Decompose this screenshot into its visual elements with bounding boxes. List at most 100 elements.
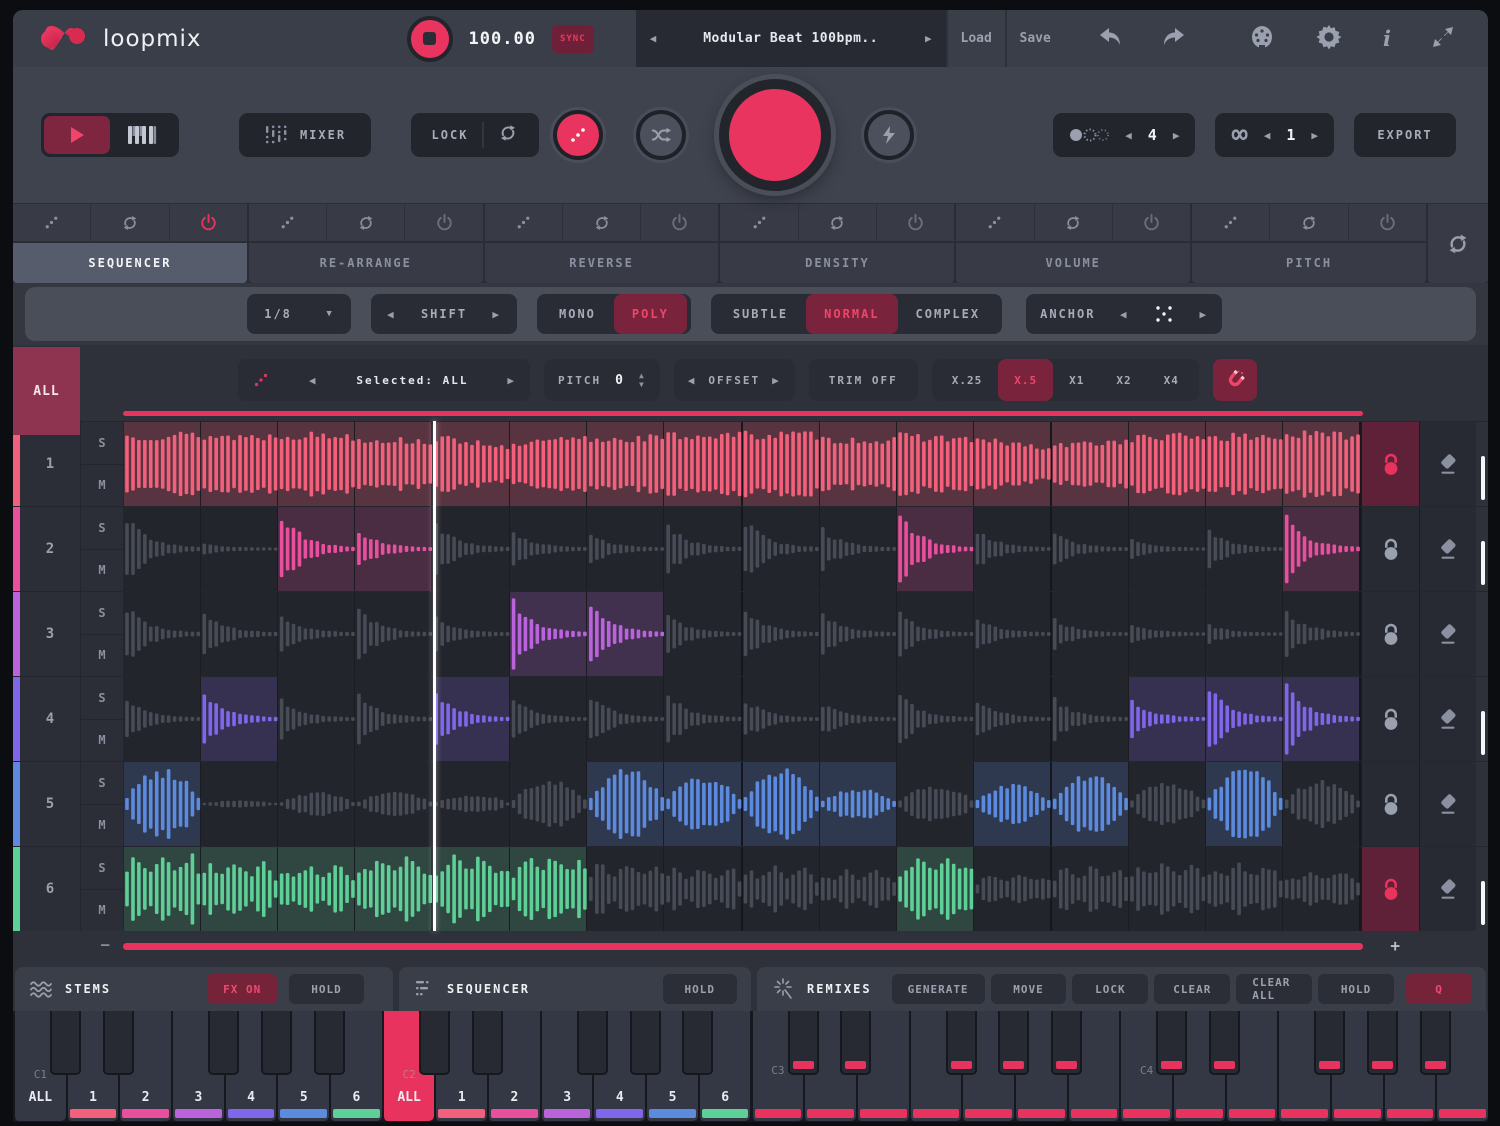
zoom-out-button[interactable]: – xyxy=(101,937,109,953)
module-tab-reverse[interactable]: REVERSE xyxy=(485,204,719,283)
solo-button[interactable]: S xyxy=(81,422,123,465)
track-number[interactable]: 5 xyxy=(20,762,81,846)
speed-x5-button[interactable]: X.5 xyxy=(998,359,1053,401)
remix-generate-button[interactable]: GENERATE xyxy=(892,974,985,1004)
variation-complex-button[interactable]: COMPLEX xyxy=(898,294,999,334)
module-power-button[interactable] xyxy=(169,204,247,241)
shift-right-icon[interactable]: ▶ xyxy=(492,308,501,321)
speed-x1-button[interactable]: X1 xyxy=(1053,359,1100,401)
undo-icon[interactable] xyxy=(1099,27,1123,51)
solo-button[interactable]: S xyxy=(81,847,123,890)
module-power-button[interactable] xyxy=(404,204,482,241)
stems-hold-button[interactable]: HOLD xyxy=(289,974,364,1004)
speed-x2-button[interactable]: X2 xyxy=(1100,359,1147,401)
black-key[interactable] xyxy=(840,1011,871,1075)
black-key[interactable] xyxy=(1314,1011,1345,1075)
black-key[interactable] xyxy=(1156,1011,1187,1075)
stop-button[interactable] xyxy=(407,16,453,62)
black-key[interactable] xyxy=(630,1011,661,1075)
mute-button[interactable]: M xyxy=(81,720,123,762)
pitch-stepper[interactable]: ▲▼ xyxy=(639,372,646,388)
variation-normal-button[interactable]: NORMAL xyxy=(806,294,897,334)
remix-clear-button[interactable]: CLEAR xyxy=(1154,974,1230,1004)
track-number[interactable]: 4 xyxy=(20,677,81,761)
track-erase-button[interactable] xyxy=(1419,507,1476,591)
black-key[interactable] xyxy=(261,1011,292,1075)
module-refresh-button[interactable] xyxy=(1034,204,1112,241)
shuffle-button[interactable] xyxy=(636,110,686,160)
solo-button[interactable]: S xyxy=(81,507,123,550)
module-tab-sequencer[interactable]: SEQUENCER xyxy=(13,204,247,283)
module-tab-label[interactable]: RE-ARRANGE xyxy=(249,243,483,283)
remix-move-button[interactable]: MOVE xyxy=(991,974,1067,1004)
anchor-right-icon[interactable]: ▶ xyxy=(1199,308,1208,321)
settings-gear-icon[interactable] xyxy=(1316,24,1342,54)
selector-next-icon[interactable]: ▶ xyxy=(507,374,516,387)
black-key[interactable] xyxy=(788,1011,819,1075)
offset-left-icon[interactable]: ◀ xyxy=(688,374,697,387)
black-key[interactable] xyxy=(50,1011,81,1075)
remix-hold-button[interactable]: HOLD xyxy=(1318,974,1394,1004)
timeline-scrollbar[interactable] xyxy=(123,943,1363,950)
track-lock-button[interactable] xyxy=(1361,762,1419,846)
shift-left-icon[interactable]: ◀ xyxy=(387,308,396,321)
module-refresh-button[interactable] xyxy=(326,204,404,241)
module-dice-button[interactable] xyxy=(1192,204,1269,241)
black-key[interactable] xyxy=(208,1011,239,1075)
black-key[interactable] xyxy=(419,1011,450,1075)
mute-button[interactable]: M xyxy=(81,635,123,677)
playhead[interactable] xyxy=(433,421,436,931)
info-icon[interactable]: i xyxy=(1383,26,1391,51)
save-button[interactable]: Save xyxy=(1005,10,1064,67)
dice-randomize-button[interactable] xyxy=(553,110,603,160)
keys-mode-button[interactable] xyxy=(110,124,176,146)
variation-subtle-button[interactable]: SUBTLE xyxy=(715,294,806,334)
module-tab-re-arrange[interactable]: RE-ARRANGE xyxy=(249,204,483,283)
module-power-button[interactable] xyxy=(1112,204,1190,241)
speed-x25-button[interactable]: X.25 xyxy=(936,359,999,401)
quantize-button[interactable]: Q xyxy=(1406,974,1472,1004)
mute-button[interactable]: M xyxy=(81,465,123,507)
module-power-button[interactable] xyxy=(640,204,718,241)
track-erase-button[interactable] xyxy=(1419,677,1476,761)
solo-button[interactable]: S xyxy=(81,677,123,720)
speed-x4-button[interactable]: X4 xyxy=(1148,359,1195,401)
black-key[interactable] xyxy=(1420,1011,1451,1075)
track-scroll-indicator[interactable] xyxy=(1476,422,1488,506)
play-button[interactable] xyxy=(44,116,110,154)
preset-next-icon[interactable]: ▶ xyxy=(925,32,932,45)
module-dice-button[interactable] xyxy=(956,204,1033,241)
module-tab-density[interactable]: DENSITY xyxy=(720,204,954,283)
remix-clear-all-button[interactable]: CLEAR ALL xyxy=(1236,974,1312,1004)
mute-button[interactable]: M xyxy=(81,550,123,592)
track-scroll-indicator[interactable] xyxy=(1476,592,1488,676)
track-erase-button[interactable] xyxy=(1419,592,1476,676)
black-key[interactable] xyxy=(682,1011,713,1075)
module-dice-button[interactable] xyxy=(485,204,562,241)
trim-button[interactable]: TRIM OFF xyxy=(809,359,918,401)
black-key[interactable] xyxy=(946,1011,977,1075)
black-key[interactable] xyxy=(103,1011,134,1075)
loop-prev-icon[interactable]: ◀ xyxy=(1264,129,1271,142)
module-dice-button[interactable] xyxy=(13,204,90,241)
solo-button[interactable]: S xyxy=(81,762,123,805)
poly-button[interactable]: POLY xyxy=(614,294,687,334)
loop-region-bar[interactable] xyxy=(123,411,1363,416)
mute-button[interactable]: M xyxy=(81,805,123,847)
track-lock-button[interactable] xyxy=(1361,422,1419,506)
black-key[interactable] xyxy=(1209,1011,1240,1075)
black-key[interactable] xyxy=(314,1011,345,1075)
module-tab-label[interactable]: PITCH xyxy=(1192,243,1426,283)
track-lock-button[interactable] xyxy=(1361,677,1419,761)
zoom-in-button[interactable]: + xyxy=(1390,936,1400,955)
black-key[interactable] xyxy=(1051,1011,1082,1075)
module-power-button[interactable] xyxy=(1348,204,1426,241)
black-key[interactable] xyxy=(472,1011,503,1075)
black-key[interactable] xyxy=(577,1011,608,1075)
black-key[interactable] xyxy=(998,1011,1029,1075)
loop-next-icon[interactable]: ▶ xyxy=(1311,129,1318,142)
sequencer-hold-button[interactable]: HOLD xyxy=(663,974,738,1004)
track-number[interactable]: 2 xyxy=(20,507,81,591)
main-remix-knob[interactable] xyxy=(719,79,831,191)
select-all-button[interactable]: ALL xyxy=(13,347,80,435)
